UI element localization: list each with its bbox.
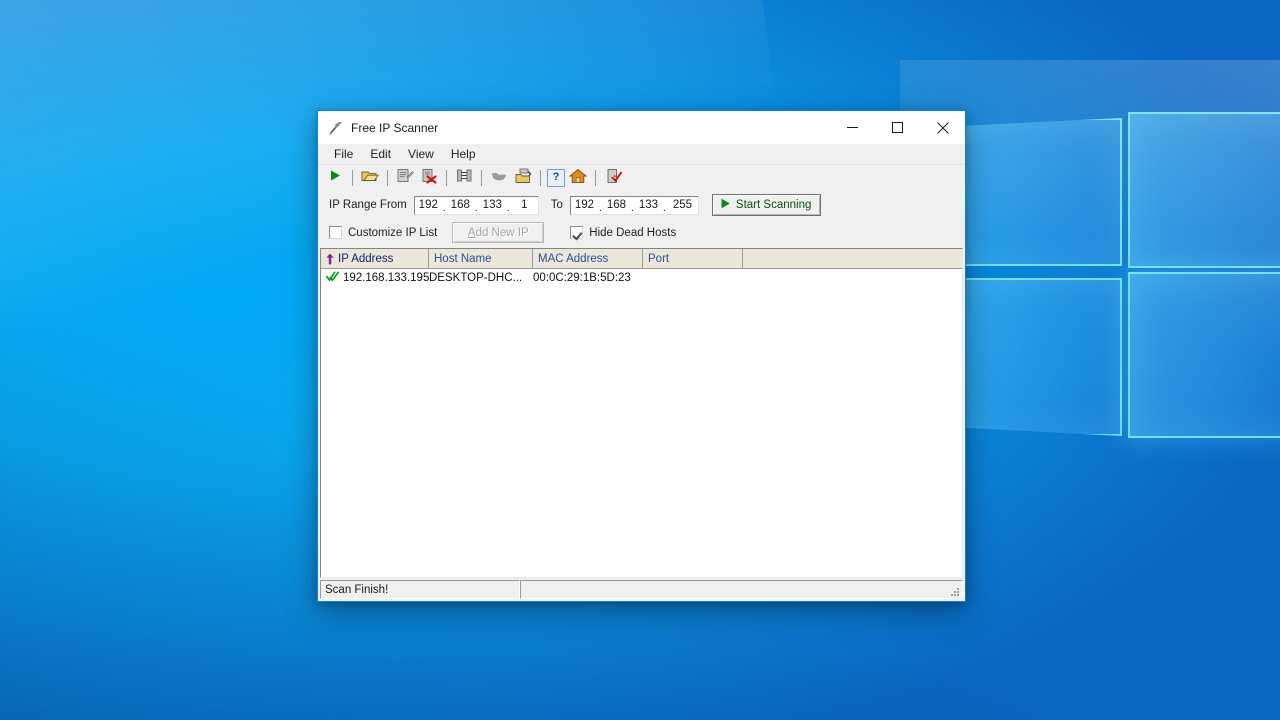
column-header-mac-address[interactable]: MAC Address <box>533 249 643 268</box>
home-toolbar-button[interactable] <box>567 167 589 189</box>
table-row[interactable]: 192.168.133.195 DESKTOP-DHC... 00:0C:29:… <box>321 269 962 287</box>
sort-up-arrow-icon <box>326 253 334 265</box>
options-row: Customize IP List Add New IP Hide Dead H… <box>318 219 965 246</box>
question-mark-icon: ? <box>549 169 563 188</box>
menu-item-file[interactable]: File <box>326 146 362 163</box>
from-octet-2[interactable]: 168 <box>447 197 474 214</box>
save-toolbar-button[interactable] <box>512 167 534 189</box>
menu-item-help[interactable]: Help <box>443 146 485 163</box>
cell-ip-address: 192.168.133.195 <box>321 271 429 285</box>
checkbox-box[interactable] <box>570 226 584 239</box>
svg-text:?: ? <box>553 171 560 183</box>
gray-blob-icon <box>490 169 508 187</box>
windows-logo-pane-top-right <box>1128 112 1280 268</box>
to-octet-3[interactable]: 133 <box>635 197 662 214</box>
customize-ip-list-label: Customize IP List <box>348 226 438 239</box>
cell-mac-address: 00:0C:29:1B:5D:23 <box>533 272 631 284</box>
exit-door-icon <box>605 168 622 189</box>
toolbar-separator-2 <box>387 170 388 186</box>
windows-logo-pane-bottom-left <box>940 278 1122 436</box>
start-scan-toolbar-button[interactable] <box>324 167 346 189</box>
status-secondary-pane <box>520 580 963 599</box>
windows-logo-pane-top-left <box>940 118 1122 266</box>
to-octet-1[interactable]: 192 <box>571 197 598 214</box>
ip-range-to-label: To <box>550 199 563 211</box>
hide-dead-hosts-checkbox[interactable]: Hide Dead Hosts <box>570 226 676 239</box>
home-house-icon <box>568 168 588 189</box>
menu-item-edit[interactable]: Edit <box>362 146 400 163</box>
save-folder-icon <box>514 168 532 189</box>
toolbar-separator-3 <box>446 170 447 186</box>
folder-gray-toolbar-button[interactable] <box>488 167 510 189</box>
toolbar: ? <box>318 165 965 191</box>
resize-grip-icon[interactable] <box>949 586 960 597</box>
add-new-ip-label-rest: dd New IP <box>475 226 529 239</box>
exit-toolbar-button[interactable] <box>602 167 624 189</box>
column-header-ip-address[interactable]: IP Address <box>321 249 429 268</box>
column-header-host-name[interactable]: Host Name <box>429 249 533 268</box>
from-octet-3[interactable]: 133 <box>479 197 506 214</box>
play-green-icon <box>720 198 731 212</box>
scan-results-list: IP Address Host Name MAC Address Port 19… <box>320 248 963 578</box>
maximize-icon[interactable] <box>875 111 920 144</box>
title-bar[interactable]: Free IP Scanner <box>318 111 965 144</box>
help-toolbar-button[interactable]: ? <box>547 169 565 187</box>
ip-range-from-input[interactable]: 192 . 168 . 133 . 1 <box>413 195 539 215</box>
list-header: IP Address Host Name MAC Address Port <box>321 249 962 269</box>
ip-range-row: IP Range From 192 . 168 . 133 . 1 To 192… <box>318 191 965 219</box>
list-body[interactable]: 192.168.133.195 DESKTOP-DHC... 00:0C:29:… <box>321 269 962 577</box>
document-edit-icon <box>397 168 414 188</box>
column-header-label: Host Name <box>434 252 492 265</box>
status-message: Scan Finish! <box>320 580 520 599</box>
play-green-icon <box>329 169 342 187</box>
column-header-label: IP Address <box>338 252 394 265</box>
column-header-label: MAC Address <box>538 252 609 265</box>
window-title: Free IP Scanner <box>351 120 439 135</box>
edit-list-toolbar-button[interactable] <box>394 167 416 189</box>
green-double-check-icon <box>325 271 340 285</box>
network-nodes-icon <box>456 168 473 188</box>
open-folder-icon <box>361 168 379 188</box>
ip-range-from-label: IP Range From <box>329 199 407 211</box>
window-controls <box>830 111 965 144</box>
ip-range-to-input[interactable]: 192 . 168 . 133 . 255 <box>569 195 699 215</box>
toolbar-separator-6 <box>595 170 596 186</box>
network-tools-toolbar-button[interactable] <box>453 167 475 189</box>
pickaxe-icon <box>327 120 343 136</box>
toolbar-separator-1 <box>352 170 353 186</box>
column-header-filler <box>743 249 962 268</box>
toolbar-separator-4 <box>481 170 482 186</box>
to-octet-4[interactable]: 255 <box>667 197 698 214</box>
from-octet-4[interactable]: 1 <box>511 197 538 214</box>
status-bar: Scan Finish! <box>320 580 963 599</box>
column-header-label: Port <box>648 252 670 265</box>
hide-dead-hosts-label: Hide Dead Hosts <box>589 226 677 239</box>
to-octet-2[interactable]: 168 <box>603 197 630 214</box>
delete-list-toolbar-button[interactable] <box>418 167 440 189</box>
free-ip-scanner-window: Free IP Scanner File Edit View Help ? IP… <box>317 110 966 602</box>
windows-logo-pane-bottom-right <box>1128 272 1280 438</box>
add-new-ip-button[interactable]: Add New IP <box>452 222 545 243</box>
toolbar-separator-5 <box>540 170 541 186</box>
customize-ip-list-checkbox[interactable]: Customize IP List <box>329 226 437 239</box>
close-icon[interactable] <box>920 111 965 144</box>
start-scanning-button[interactable]: Start Scanning <box>711 194 822 216</box>
cell-host-name: DESKTOP-DHC... <box>429 272 523 284</box>
start-scanning-label: Start Scanning <box>735 199 812 211</box>
minimize-icon[interactable] <box>830 111 875 144</box>
add-new-ip-label: Add New IP <box>468 227 529 239</box>
document-delete-icon <box>421 168 438 189</box>
cell-ip-address-text: 192.168.133.195 <box>343 272 429 284</box>
menu-bar: File Edit View Help <box>318 144 965 165</box>
column-header-port[interactable]: Port <box>643 249 743 268</box>
accelerator-letter: A <box>467 226 476 239</box>
checkbox-box[interactable] <box>329 226 342 239</box>
menu-item-view[interactable]: View <box>400 146 443 163</box>
from-octet-1[interactable]: 192 <box>415 197 442 214</box>
windows-desktop: Free IP Scanner File Edit View Help ? IP… <box>0 0 1280 720</box>
open-file-toolbar-button[interactable] <box>359 167 381 189</box>
